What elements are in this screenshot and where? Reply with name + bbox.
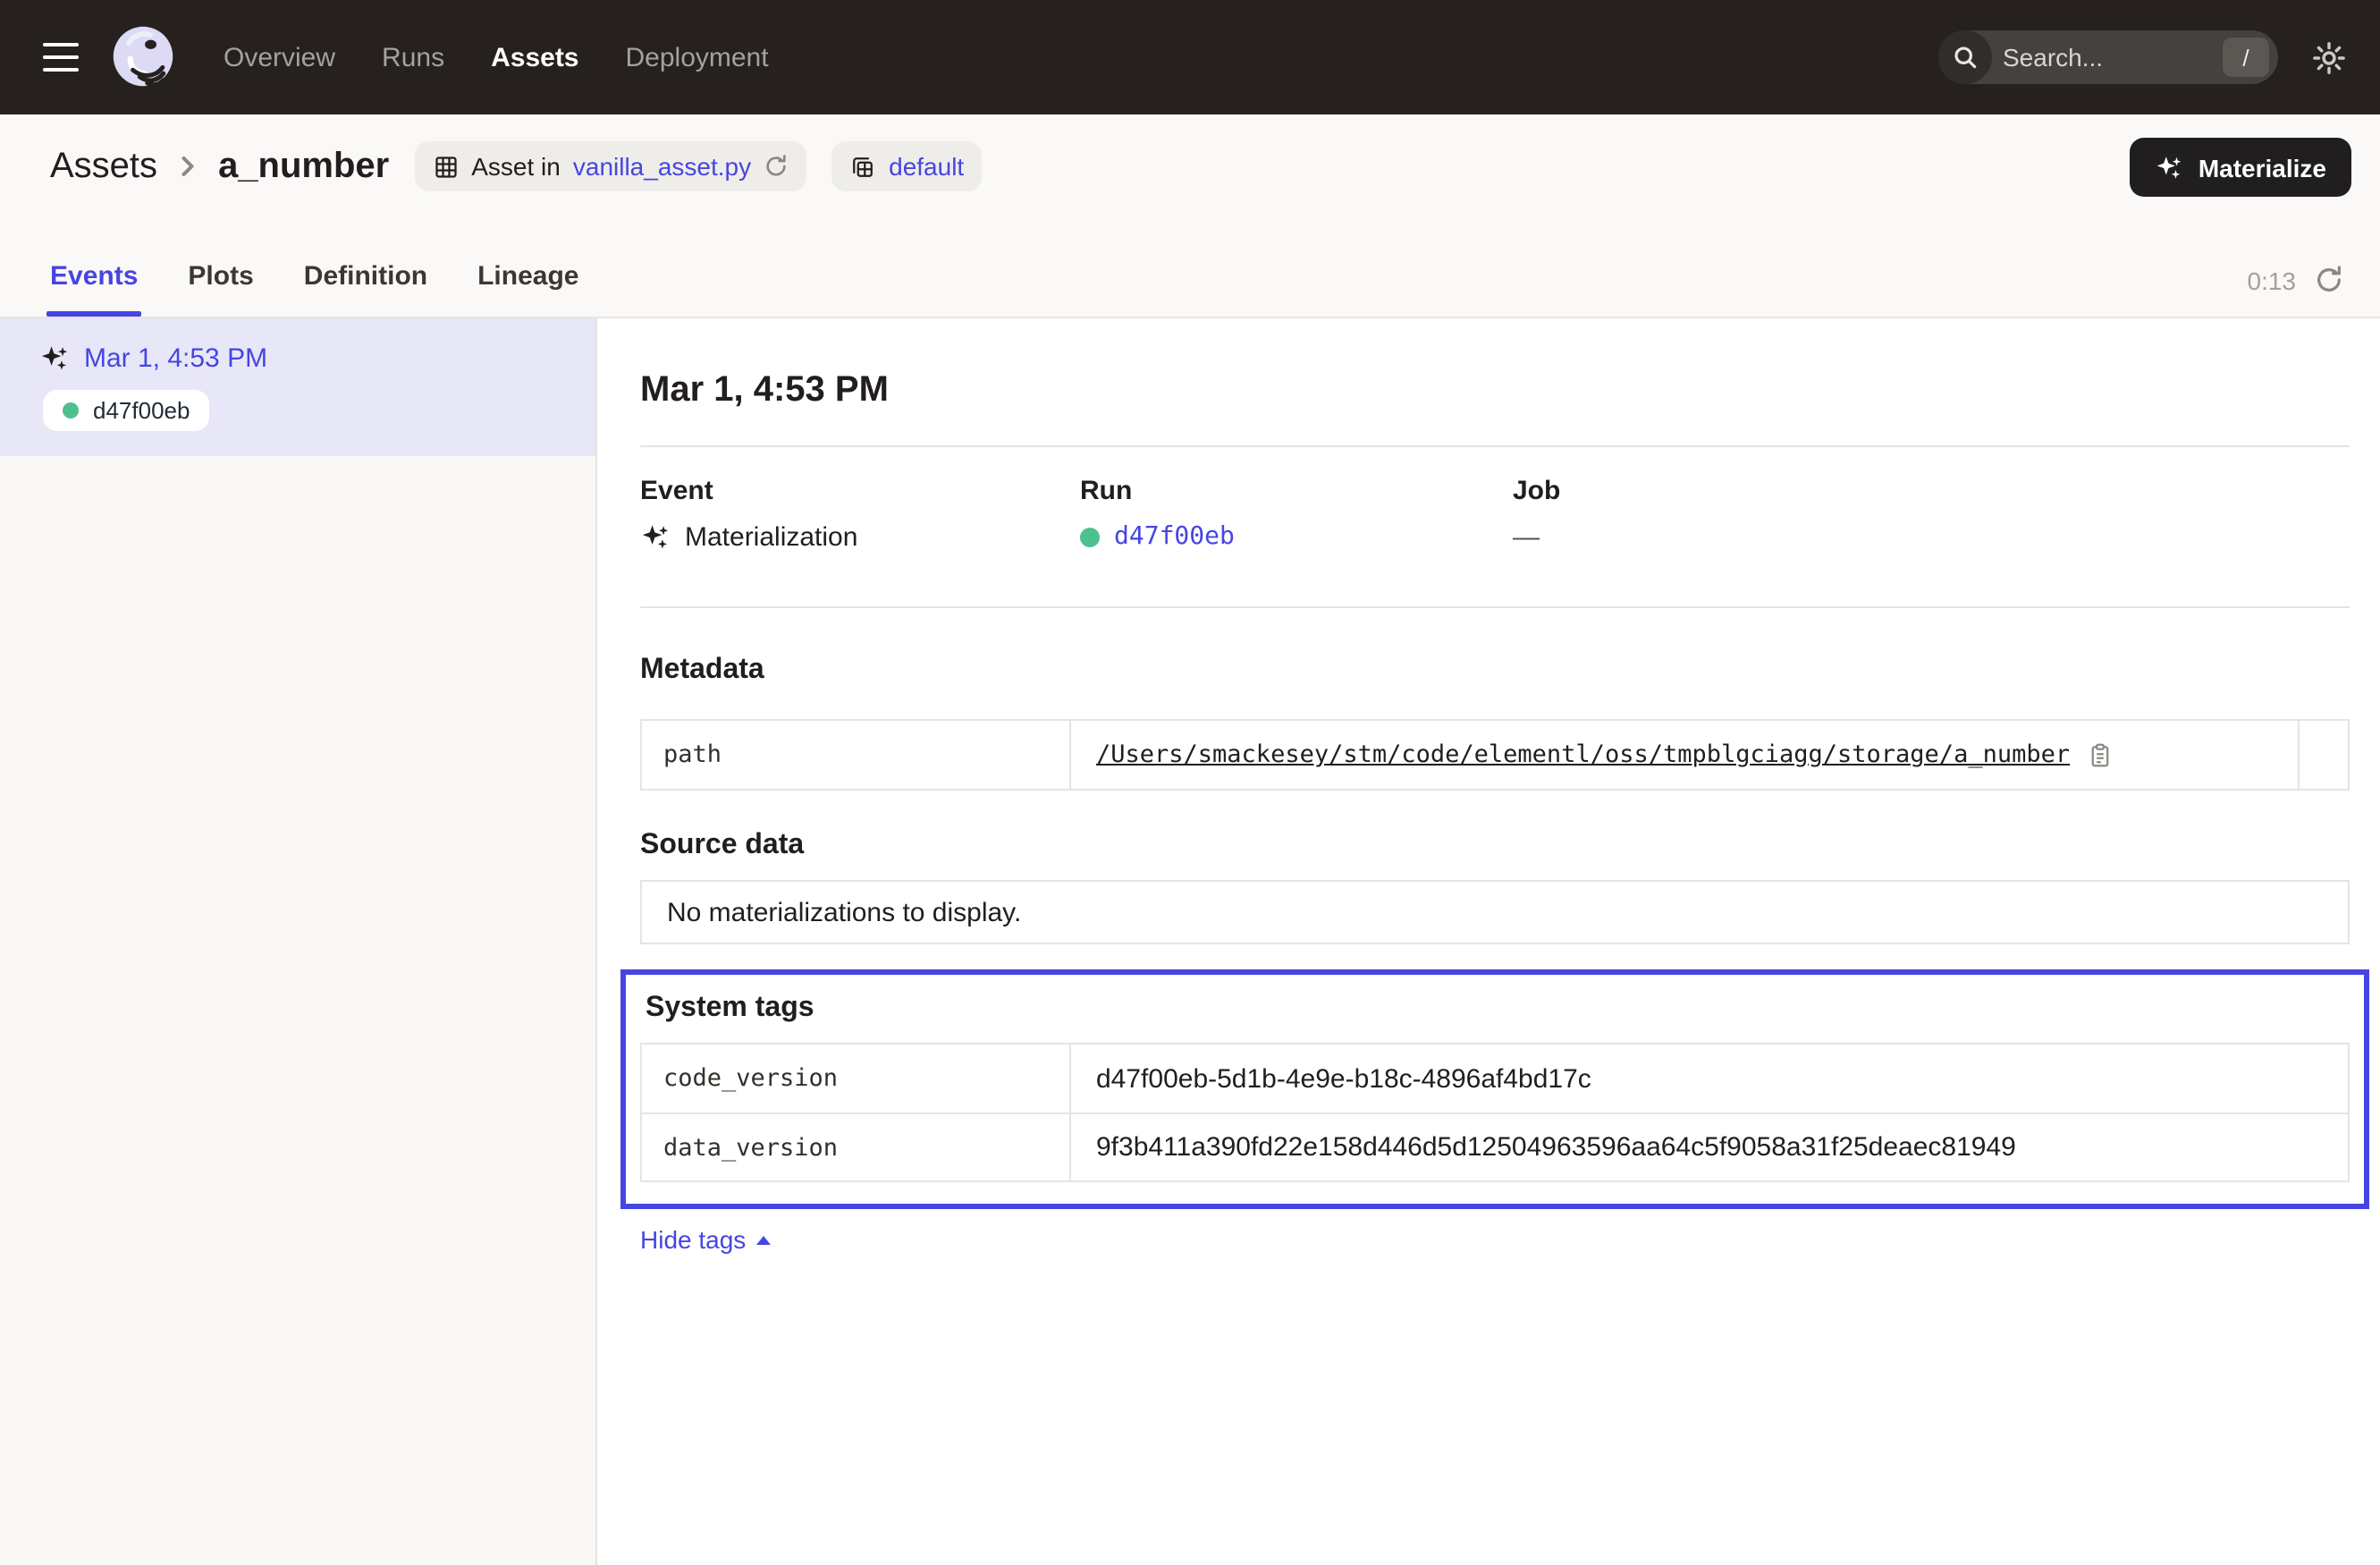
menu-icon[interactable]	[43, 43, 79, 72]
event-list-item-selected[interactable]: Mar 1, 4:53 PM d47f00eb	[0, 318, 595, 456]
tab-definition[interactable]: Definition	[304, 261, 427, 317]
group-default-link[interactable]: default	[889, 152, 964, 181]
refresh-icon[interactable]	[2314, 265, 2344, 295]
tag-value: 9f3b411a390fd22e158d446d5d12504963596aa6…	[1071, 1114, 2348, 1180]
metadata-table: path /Users/smackesey/stm/code/elementl/…	[640, 719, 2350, 791]
system-tags-table: code_version d47f00eb-5d1b-4e9e-b18c-489…	[640, 1043, 2350, 1182]
job-value: —	[1513, 522, 2350, 553]
metadata-key: path	[642, 721, 1071, 789]
dagster-logo[interactable]	[109, 23, 177, 91]
search-icon	[1938, 30, 1992, 84]
hide-tags-label: Hide tags	[640, 1225, 746, 1254]
materialization-sparkle-icon	[640, 522, 671, 553]
search-shortcut-key: /	[2223, 38, 2269, 77]
run-status-dot	[1080, 527, 1100, 546]
page-title: a_number	[218, 146, 389, 187]
asset-location-badge: Asset in vanilla_asset.py	[414, 141, 806, 191]
asset-group-icon	[849, 153, 876, 180]
top-navbar: Overview Runs Assets Deployment /	[0, 0, 2380, 114]
page-header: Assets a_number Asset in vanilla_asset.p…	[0, 114, 2380, 318]
run-id-badge[interactable]: d47f00eb	[43, 390, 209, 431]
tag-value: d47f00eb-5d1b-4e9e-b18c-4896af4bd17c	[1071, 1045, 2348, 1112]
metadata-path-link[interactable]: /Users/smackesey/stm/code/elementl/oss/t…	[1096, 740, 2070, 769]
table-row: path /Users/smackesey/stm/code/elementl/…	[642, 721, 2348, 789]
materialize-button-label: Materialize	[2199, 153, 2326, 182]
search-input[interactable]	[1992, 43, 2223, 72]
materialize-button[interactable]: Materialize	[2131, 138, 2351, 197]
job-column-label: Job	[1513, 476, 2350, 506]
system-tags-heading: System tags	[646, 993, 2350, 1025]
system-tags-section: System tags code_version d47f00eb-5d1b-4…	[620, 969, 2369, 1209]
dagster-asset-page: Overview Runs Assets Deployment / Ass	[0, 0, 2380, 1563]
breadcrumb-assets-link[interactable]: Assets	[50, 146, 157, 187]
hide-tags-link[interactable]: Hide tags	[640, 1225, 771, 1254]
nav-item-runs[interactable]: Runs	[382, 42, 444, 72]
content-area: Mar 1, 4:53 PM d47f00eb Mar 1, 4:53 PM E…	[0, 318, 2380, 1565]
refresh-countdown: 0:13	[2248, 266, 2297, 294]
event-detail-pane: Mar 1, 4:53 PM Event Materialization	[597, 318, 2380, 1565]
source-data-heading: Source data	[640, 830, 2350, 862]
copy-clipboard-icon[interactable]	[2086, 741, 2113, 768]
tab-plots[interactable]: Plots	[188, 261, 253, 317]
nav-item-deployment[interactable]: Deployment	[626, 42, 769, 72]
source-data-empty-message: No materializations to display.	[640, 880, 2350, 944]
grid-table-icon	[432, 153, 459, 180]
settings-gear-icon[interactable]	[2310, 38, 2348, 76]
breadcrumb: Assets a_number Asset in vanilla_asset.p…	[0, 114, 2380, 218]
chevron-right-icon	[172, 150, 204, 182]
reload-location-icon[interactable]	[764, 154, 789, 179]
nav-item-assets[interactable]: Assets	[491, 42, 578, 72]
tab-bar: Events Plots Definition Lineage 0:13	[0, 218, 2380, 317]
tab-events[interactable]: Events	[50, 261, 138, 317]
event-detail-title: Mar 1, 4:53 PM	[640, 365, 2350, 415]
event-type-value: Materialization	[685, 522, 857, 553]
event-timestamp: Mar 1, 4:53 PM	[84, 343, 267, 374]
table-row: data_version 9f3b411a390fd22e158d446d5d1…	[642, 1112, 2348, 1180]
group-badge: default	[831, 141, 982, 191]
event-list-sidebar: Mar 1, 4:53 PM d47f00eb	[0, 318, 597, 1565]
metadata-row-spacer	[2298, 721, 2348, 789]
table-row: code_version d47f00eb-5d1b-4e9e-b18c-489…	[642, 1045, 2348, 1112]
materialization-sparkle-icon	[39, 343, 70, 374]
nav-item-overview[interactable]: Overview	[224, 42, 335, 72]
run-id-text: d47f00eb	[93, 397, 190, 424]
caret-up-icon	[756, 1235, 771, 1244]
tag-key: data_version	[642, 1114, 1071, 1180]
metadata-heading: Metadata	[640, 655, 2350, 687]
run-status-dot	[63, 402, 79, 419]
search-box[interactable]: /	[1938, 30, 2278, 84]
asset-location-prefix: Asset in	[471, 152, 561, 181]
run-id-link[interactable]: d47f00eb	[1114, 522, 1235, 551]
event-column-label: Event	[640, 476, 1080, 506]
event-summary-row: Event Materialization Run	[640, 476, 2350, 553]
primary-nav: Overview Runs Assets Deployment	[224, 42, 769, 72]
run-column-label: Run	[1080, 476, 1513, 506]
tag-key: code_version	[642, 1045, 1071, 1112]
tab-lineage[interactable]: Lineage	[477, 261, 578, 317]
sparkle-icon	[2156, 153, 2184, 182]
asset-file-link[interactable]: vanilla_asset.py	[573, 152, 751, 181]
